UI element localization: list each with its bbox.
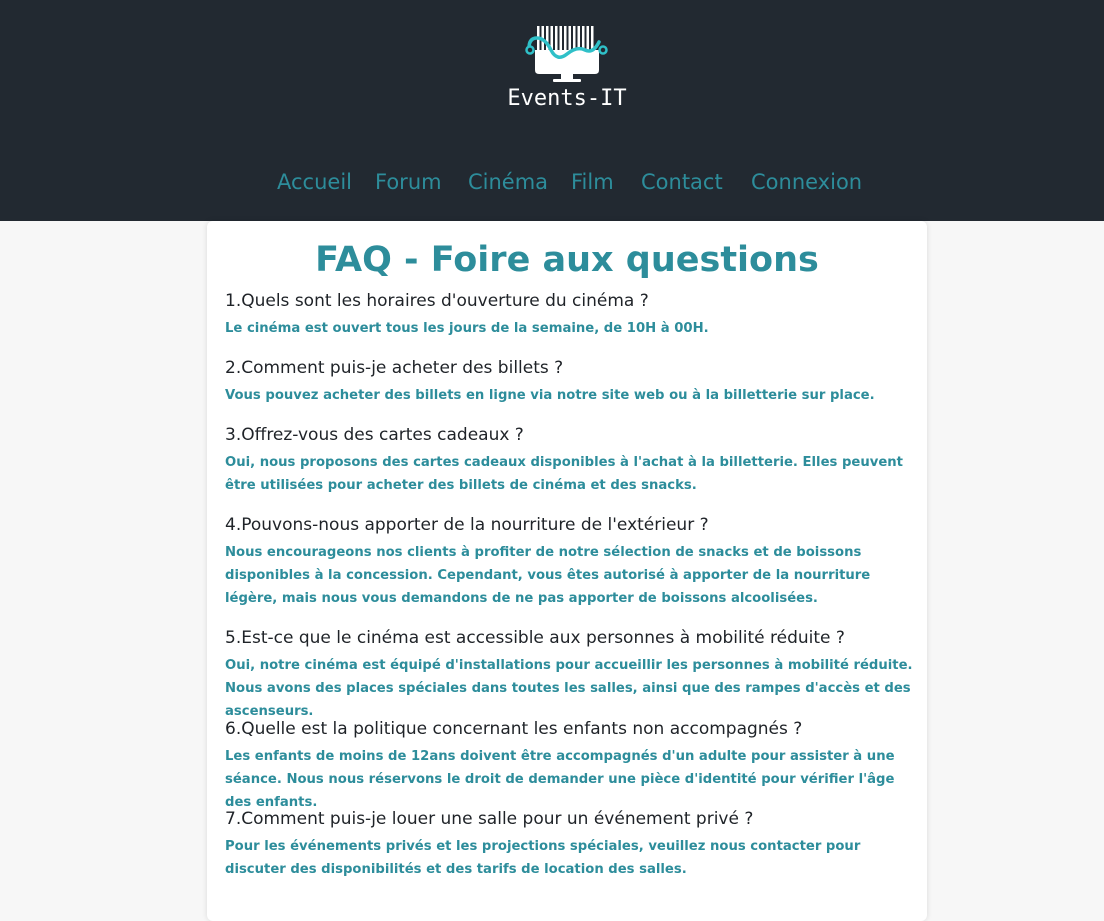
faq-answer: Les enfants de moins de 12ans doivent êt…: [225, 749, 895, 810]
faq-answer: Oui, nous proposons des cartes cadeaux d…: [225, 455, 903, 493]
nav-film[interactable]: Film: [571, 170, 614, 194]
faq-question: 5.Est-ce que le cinéma est accessible au…: [225, 628, 845, 648]
faq-answer: Pour les événements privés et les projec…: [225, 839, 861, 877]
faq-question: 7.Comment puis-je louer une salle pour u…: [225, 809, 754, 829]
logo-text: Events-IT: [507, 86, 627, 111]
cinema-screen-icon: [525, 26, 608, 82]
nav-accueil[interactable]: Accueil: [277, 170, 352, 194]
faq-item-1: 1.Quels sont les horaires d'ouverture du…: [225, 289, 915, 340]
faq-item-2: 2.Comment puis-je acheter des billets ? …: [225, 356, 915, 407]
faq-item-5: 5.Est-ce que le cinéma est accessible au…: [225, 626, 915, 723]
nav-cinema[interactable]: Cinéma: [468, 170, 548, 194]
site-header: Events-IT Accueil Forum Cinéma Film Cont…: [0, 0, 1104, 221]
faq-answer: Le cinéma est ouvert tous les jours de l…: [225, 321, 709, 336]
nav-forum[interactable]: Forum: [375, 170, 442, 194]
main-nav: Accueil Forum Cinéma Film Contact Connex…: [0, 170, 1104, 202]
page-title: FAQ - Foire aux questions: [315, 240, 819, 280]
faq-item-3: 3.Offrez-vous des cartes cadeaux ? Oui, …: [225, 423, 915, 497]
faq-item-7: 7.Comment puis-je louer une salle pour u…: [225, 807, 915, 881]
site-logo[interactable]: Events-IT: [497, 20, 637, 120]
faq-question: 2.Comment puis-je acheter des billets ?: [225, 358, 564, 378]
nav-connexion[interactable]: Connexion: [751, 170, 862, 194]
faq-item-4: 4.Pouvons-nous apporter de la nourriture…: [225, 513, 915, 610]
faq-item-6: 6.Quelle est la politique concernant les…: [225, 717, 915, 814]
faq-question: 3.Offrez-vous des cartes cadeaux ?: [225, 425, 524, 445]
faq-answer: Oui, notre cinéma est équipé d'installat…: [225, 658, 913, 719]
faq-question: 4.Pouvons-nous apporter de la nourriture…: [225, 515, 709, 535]
nav-contact[interactable]: Contact: [641, 170, 723, 194]
faq-question: 6.Quelle est la politique concernant les…: [225, 719, 803, 739]
faq-answer: Nous encourageons nos clients à profiter…: [225, 545, 871, 606]
faq-answer: Vous pouvez acheter des billets en ligne…: [225, 388, 875, 403]
faq-question: 1.Quels sont les horaires d'ouverture du…: [225, 291, 649, 311]
